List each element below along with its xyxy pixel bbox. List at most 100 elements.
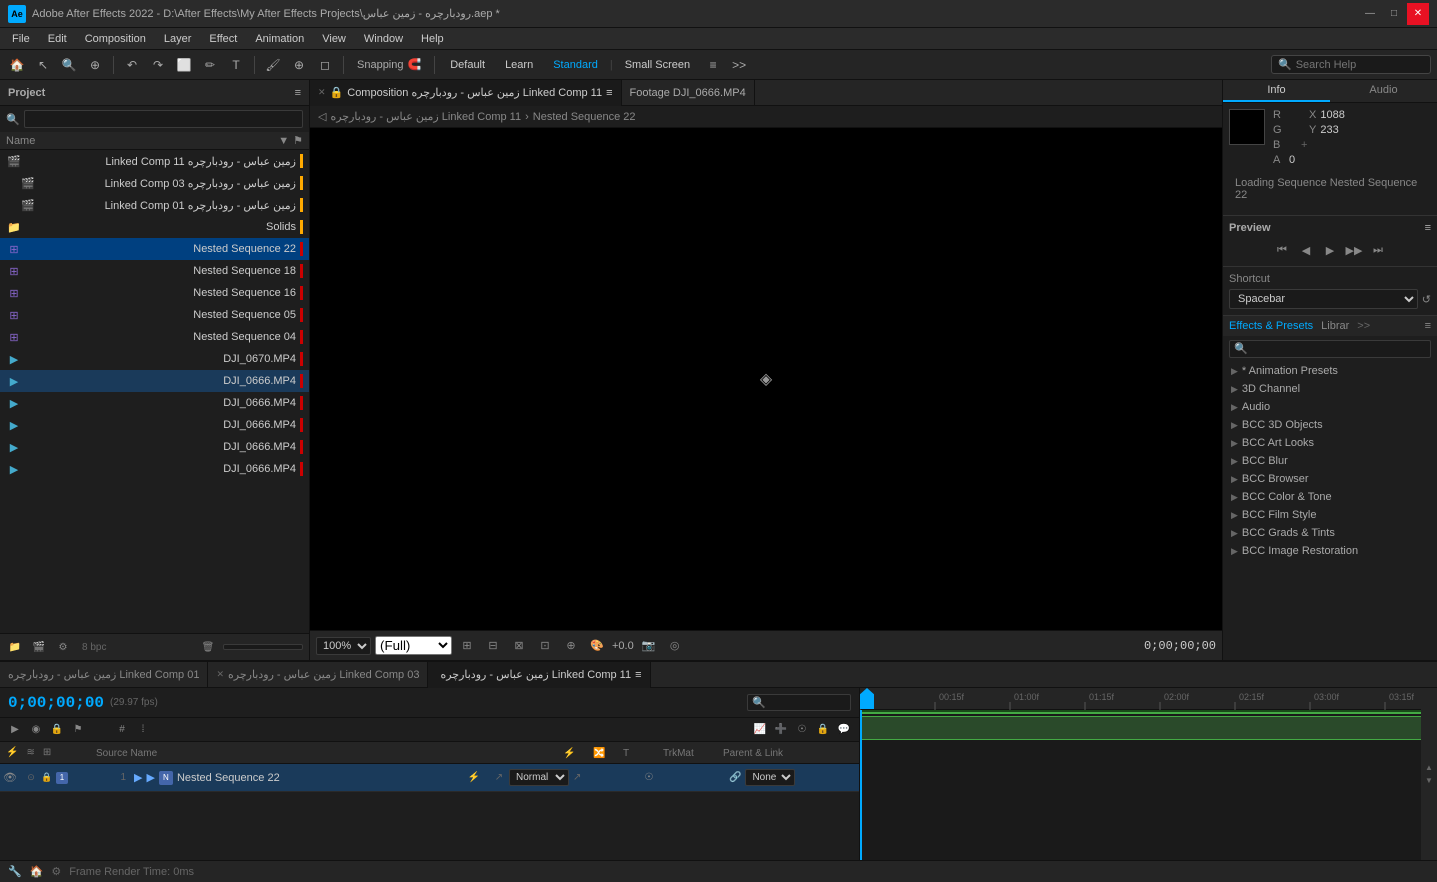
project-item[interactable]: ▶ DJI_0666.MP4 [0,436,309,458]
preview-menu[interactable]: ≡ [1425,222,1431,234]
tl-ctrl-1[interactable]: ▶ [6,721,24,739]
effects-item[interactable]: ▶BCC Color & Tone [1223,488,1437,506]
zoom-tool[interactable]: ⊕ [84,54,106,76]
rotate-tool[interactable]: ↶ [121,54,143,76]
box-tool[interactable]: ⬜ [173,54,195,76]
project-item[interactable]: ⊞ Nested Sequence 04 [0,326,309,348]
sort-icon[interactable]: ▼ [278,135,289,147]
effects-item[interactable]: ▶BCC Blur [1223,452,1437,470]
collapse-icon[interactable]: ↗ [573,772,581,783]
text-tool[interactable]: T [225,54,247,76]
search-input[interactable] [1296,59,1424,71]
effects-item[interactable]: ▶BCC Art Looks [1223,434,1437,452]
tl-comment-btn[interactable]: 💬 [835,721,853,739]
blend-icon[interactable]: ↗ [495,772,503,783]
eye-icon[interactable]: 👁 [3,771,17,784]
status-icon-1[interactable]: 🔧 [8,865,22,878]
snapping-toggle[interactable]: Snapping 🧲 [351,56,427,73]
tl-ctrl-5[interactable]: # [113,721,131,739]
view-btn5[interactable]: ⊕ [560,635,582,657]
menu-file[interactable]: File [4,31,38,47]
menu-view[interactable]: View [314,31,354,47]
view-btn4[interactable]: ⊡ [534,635,556,657]
project-item[interactable]: 🎬 زمین عباس - رودبارچره Linked Comp 11 [0,150,309,172]
menu-edit[interactable]: Edit [40,31,75,47]
workspace-expand[interactable]: >> [728,54,750,76]
snap-btn[interactable]: 📷 [638,635,660,657]
tl-scroll-up[interactable]: ▲ [1425,763,1433,772]
effects-item[interactable]: ▶Audio [1223,398,1437,416]
timeline-tab-1[interactable]: ✕ زمین عباس - رودبارچره Linked Comp 03 [208,662,428,688]
tl-search-input[interactable] [766,697,846,709]
brush-tool[interactable]: 🖌 [262,54,284,76]
preview-first[interactable]: ⏮ [1272,240,1292,260]
select-tool[interactable]: ↖ [32,54,54,76]
status-icon-3[interactable]: ⚙ [51,865,61,878]
effects-item[interactable]: ▶BCC Film Style [1223,506,1437,524]
close-button[interactable]: ✕ [1407,3,1429,25]
layer-solo[interactable]: ⊙ [24,771,38,785]
effects-more[interactable]: >> [1357,320,1370,332]
tl-scroll-down[interactable]: ▼ [1425,776,1433,785]
menu-animation[interactable]: Animation [247,31,312,47]
new-comp-btn[interactable]: 🎬 [30,638,48,656]
settings-btn[interactable]: ⚙ [54,638,72,656]
tl-ctrl-2[interactable]: ◉ [27,721,45,739]
parent-select[interactable]: None [745,769,795,786]
tl-solo-btn[interactable]: ☉ [793,721,811,739]
fx-icon[interactable]: ⚡ [468,772,480,783]
breadcrumb-nested[interactable]: Nested Sequence 22 [533,111,636,123]
project-search-input[interactable] [24,110,303,128]
preview-next[interactable]: ▶▶ [1344,240,1364,260]
project-item[interactable]: ▶ DJI_0670.MP4 [0,348,309,370]
layer-expand[interactable]: ▶ [134,771,142,784]
timeline-tab-0[interactable]: زمین عباس - رودبارچره Linked Comp 01 [0,662,208,688]
layer-mode-select[interactable]: Normal Add Multiply [509,769,569,786]
search-tool[interactable]: 🔍 [58,54,80,76]
view-btn3[interactable]: ⊠ [508,635,530,657]
project-item[interactable]: ⊞ Nested Sequence 16 [0,282,309,304]
tl-add-btn[interactable]: ➕ [772,721,790,739]
layer-expand2[interactable]: ▶ [146,771,154,784]
status-icon-2[interactable]: 🏠 [30,865,44,878]
menu-layer[interactable]: Layer [156,31,200,47]
layer-lock[interactable]: 🔒 [40,771,54,785]
workspace-learn[interactable]: Learn [497,57,541,73]
comp-tab-close[interactable]: ✕ [318,87,326,98]
menu-window[interactable]: Window [356,31,411,47]
project-item[interactable]: 📁 Solids [0,216,309,238]
effects-search-input[interactable] [1229,340,1431,358]
workspace-menu[interactable]: ≡ [702,54,724,76]
project-menu[interactable]: ≡ [295,87,301,99]
menu-effect[interactable]: Effect [201,31,245,47]
project-item[interactable]: ⊞ Nested Sequence 22 [0,238,309,260]
project-item[interactable]: 🎬 زمین عباس - رودبارچره Linked Comp 01 [0,194,309,216]
tl-ctrl-4[interactable]: ⚑ [69,721,87,739]
audio-tab[interactable]: Audio [1330,80,1437,102]
workspace-small[interactable]: Small Screen [617,57,698,73]
effects-library-tab[interactable]: Librar [1321,320,1349,332]
preview-prev[interactable]: ◀ [1296,240,1316,260]
pen-tool[interactable]: ✏ [199,54,221,76]
new-folder-btn[interactable]: 📁 [6,638,24,656]
preview-last[interactable]: ⏭ [1368,240,1388,260]
project-item[interactable]: ▶ DJI_0666.MP4 [0,414,309,436]
project-item[interactable]: ▶ DJI_0666.MP4 [0,370,309,392]
tl-lock-btn[interactable]: 🔒 [814,721,832,739]
breadcrumb-comp[interactable]: زمین عباس - رودبارچره Linked Comp 11 [330,110,521,123]
workspace-default[interactable]: Default [442,57,493,73]
shortcut-reset[interactable]: ↺ [1422,293,1431,306]
tl-timecode[interactable]: 0;00;00;00 [8,694,104,712]
breadcrumb-back[interactable]: ◁ [318,110,326,123]
viewer-tab-footage[interactable]: Footage DJI_0666.MP4 [622,80,755,106]
timeline-tab-2[interactable]: زمین عباس - رودبارچره Linked Comp 11 ≡ [428,662,650,688]
preview-play[interactable]: ▶ [1320,240,1340,260]
menu-composition[interactable]: Composition [77,31,154,47]
project-item[interactable]: ▶ DJI_0666.MP4 [0,392,309,414]
project-item[interactable]: ▶ DJI_0666.MP4 [0,458,309,480]
rotate2-tool[interactable]: ↷ [147,54,169,76]
effects-item[interactable]: ▶BCC Browser [1223,470,1437,488]
minimize-button[interactable]: — [1359,3,1381,25]
clone-tool[interactable]: ⊕ [288,54,310,76]
effects-item[interactable]: ▶BCC 3D Objects [1223,416,1437,434]
